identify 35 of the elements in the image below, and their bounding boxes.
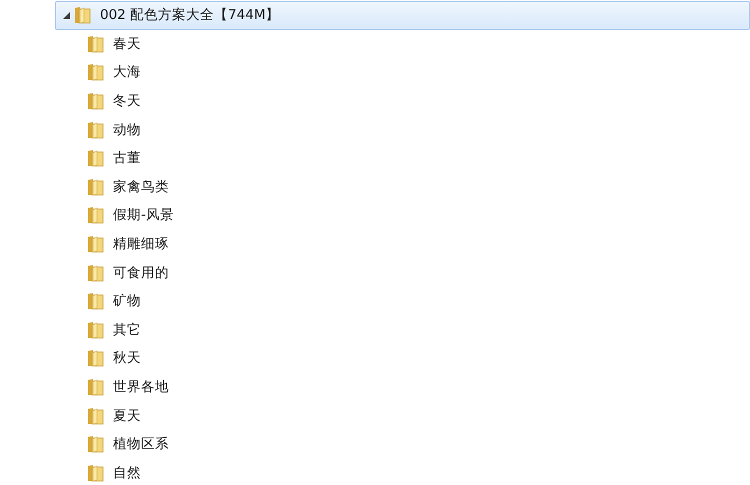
folder-icon	[87, 206, 104, 224]
collapse-arrow-icon[interactable]	[62, 12, 70, 19]
tree-item[interactable]: 春天	[55, 30, 750, 58]
folder-icon	[87, 292, 104, 310]
folder-icon	[87, 320, 104, 339]
folder-icon	[87, 149, 104, 168]
tree-item[interactable]: 精雕细琢	[55, 230, 750, 258]
folder-icon	[87, 235, 104, 254]
tree-item[interactable]: 大海	[55, 58, 750, 87]
tree-item[interactable]: 002 配色方案大全【744M】	[55, 1, 750, 30]
folder-icon	[87, 178, 104, 196]
tree-item[interactable]: 其它	[55, 316, 750, 344]
folder-icon	[87, 92, 104, 110]
tree-item[interactable]: 世界各地	[55, 372, 750, 402]
tree-item[interactable]: 自然	[55, 458, 750, 485]
folder-icon	[87, 63, 104, 82]
tree-item[interactable]: 冬天	[55, 86, 750, 116]
tree-item[interactable]: 古董	[55, 144, 750, 173]
tree-item[interactable]: 可食用的	[55, 258, 750, 287]
tree-item[interactable]: 矿物	[55, 286, 750, 316]
tree-item[interactable]: 夏天	[55, 401, 750, 430]
folder-icon	[87, 406, 104, 425]
tree-item[interactable]: 植物区系	[55, 430, 750, 458]
tree-item[interactable]: 秋天	[55, 344, 750, 373]
folder-icon	[87, 349, 104, 368]
tree-item[interactable]: 动物	[55, 115, 750, 144]
folder-icon	[87, 264, 104, 282]
folder-icon	[87, 378, 104, 396]
folder-icon	[87, 120, 104, 139]
folder-icon	[87, 435, 104, 454]
tree-item[interactable]: 家禽鸟类	[55, 172, 750, 202]
tree-item[interactable]: 假期-风景	[55, 201, 750, 230]
folder-icon	[87, 34, 104, 53]
folder-icon	[74, 6, 91, 24]
folder-icon	[87, 464, 104, 482]
